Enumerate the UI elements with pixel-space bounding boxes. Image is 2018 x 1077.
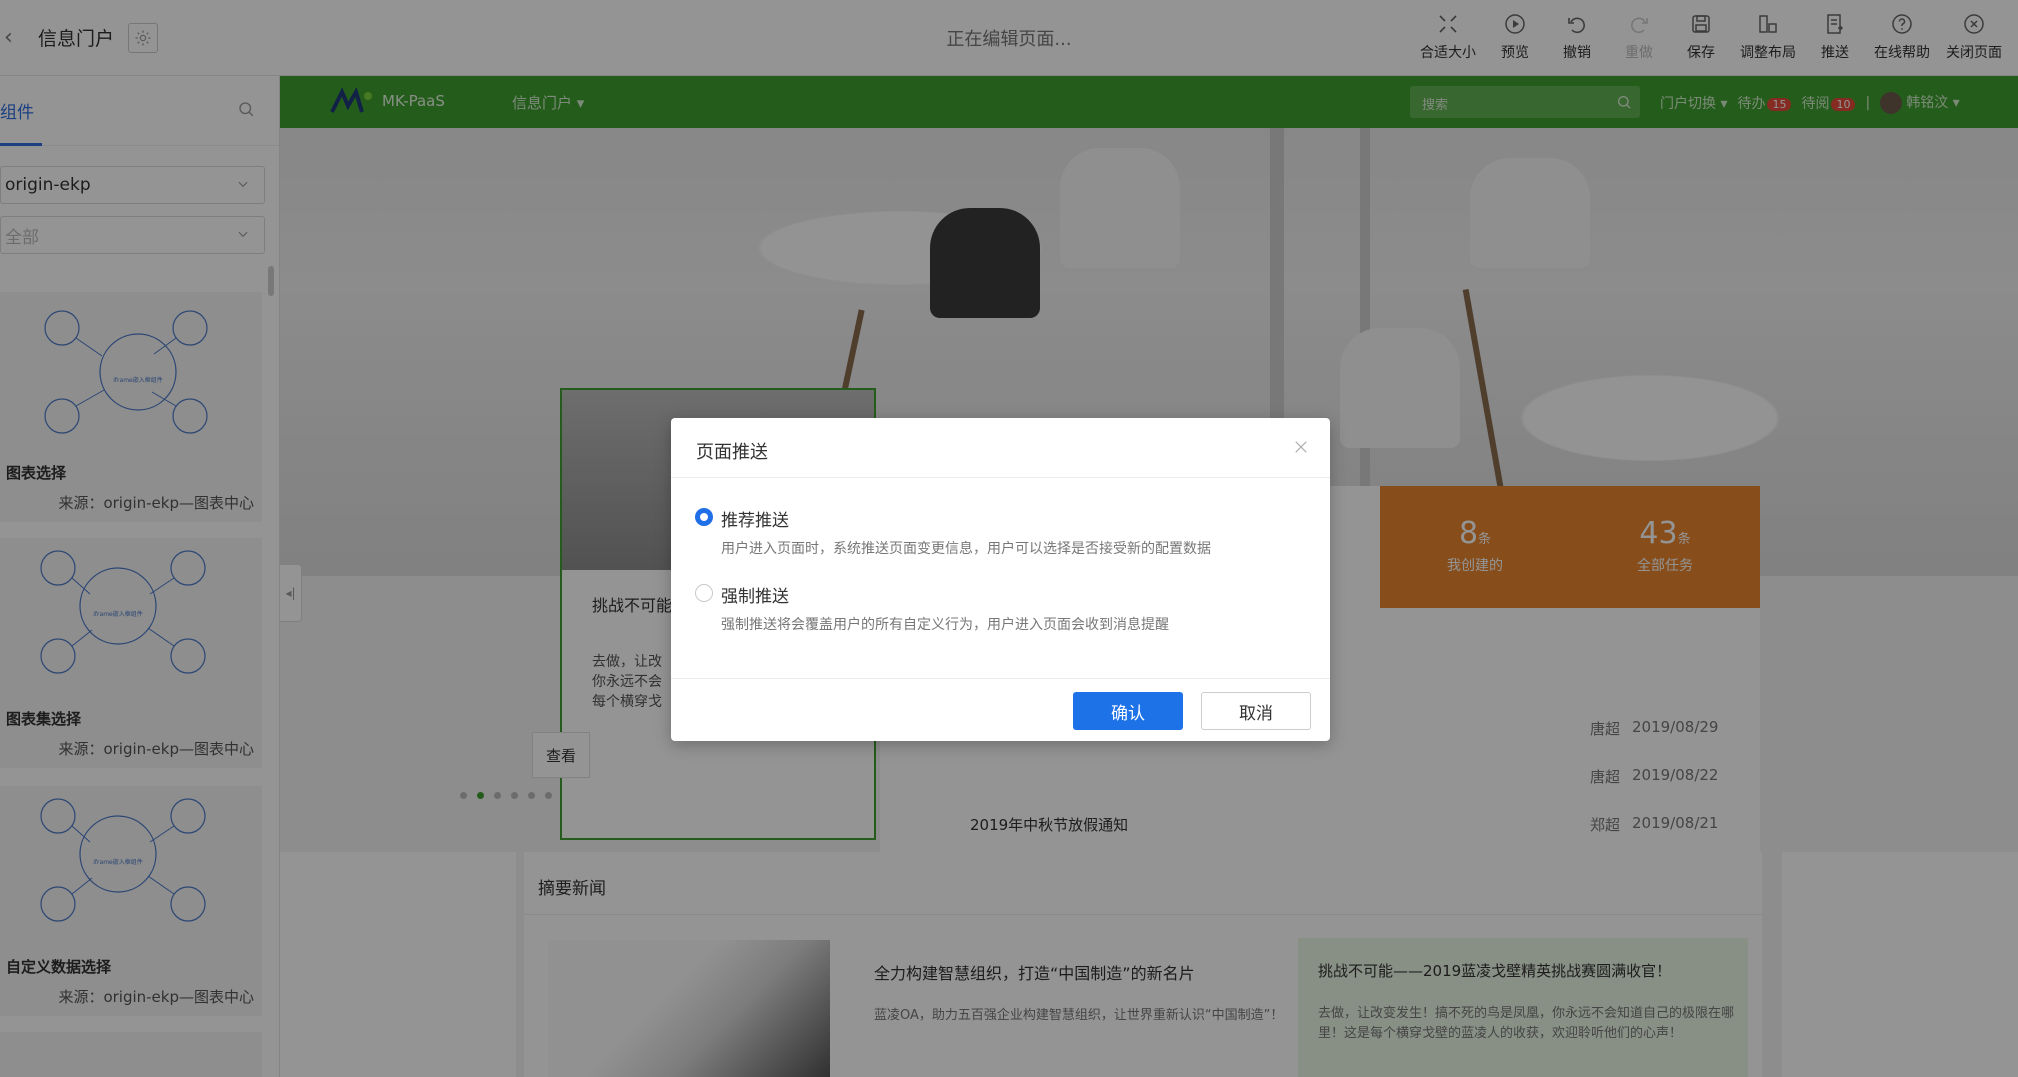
close-icon[interactable] bbox=[1292, 438, 1310, 456]
radio-recommended[interactable] bbox=[695, 508, 713, 526]
dialog-footer-divider bbox=[671, 678, 1330, 679]
option-description: 用户进入页面时，系统推送页面变更信息，用户可以选择是否接受新的配置数据 bbox=[721, 541, 1211, 557]
option-label: 推荐推送 bbox=[721, 511, 789, 531]
dialog-header: 页面推送 bbox=[671, 418, 1330, 478]
option-description: 强制推送将会覆盖用户的所有自定义行为，用户进入页面会收到消息提醒 bbox=[721, 617, 1169, 633]
confirm-button[interactable]: 确认 bbox=[1073, 692, 1183, 730]
cancel-button[interactable]: 取消 bbox=[1201, 692, 1311, 730]
radio-forced[interactable] bbox=[695, 584, 713, 602]
option-label: 强制推送 bbox=[721, 587, 789, 607]
dialog-title: 页面推送 bbox=[696, 442, 768, 463]
push-dialog: 页面推送 推荐推送 用户进入页面时，系统推送页面变更信息，用户可以选择是否接受新… bbox=[671, 418, 1330, 741]
